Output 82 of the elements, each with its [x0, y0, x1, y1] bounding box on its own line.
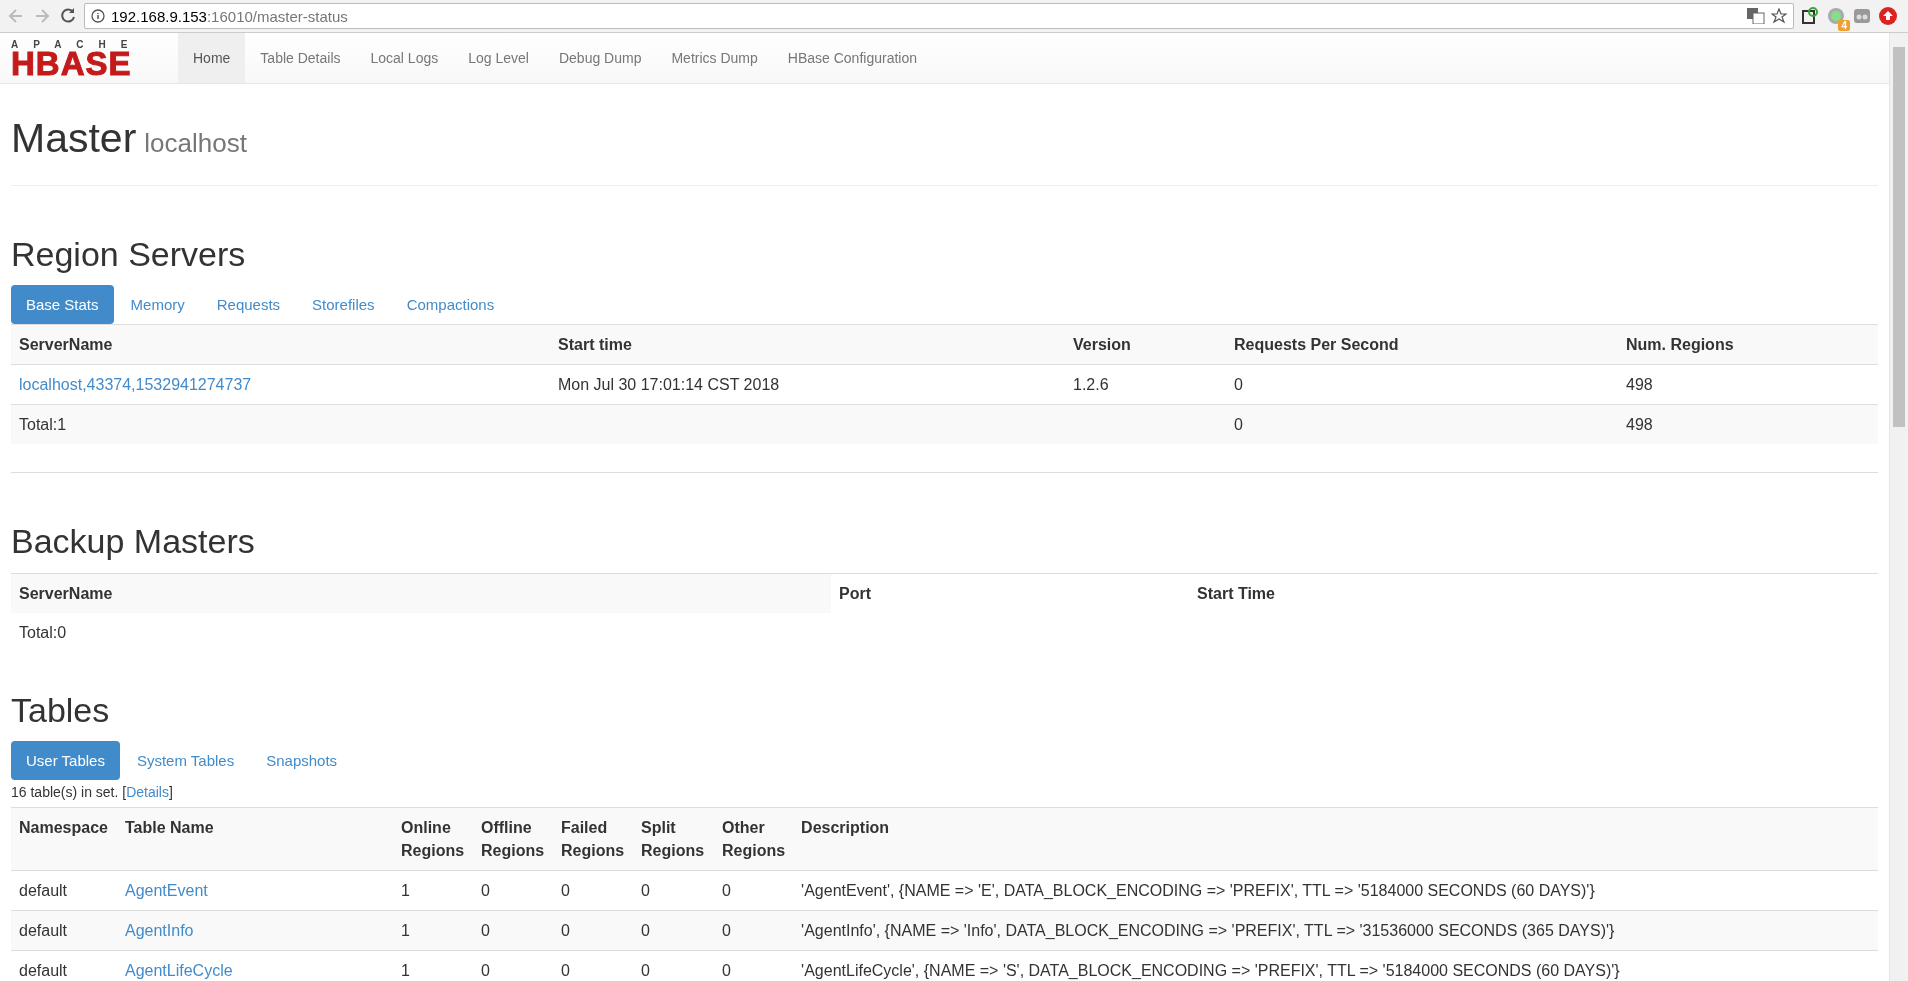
table-cell: 1 [393, 910, 473, 951]
notification-badge: 4 [1838, 20, 1850, 31]
tab[interactable]: Snapshots [251, 741, 353, 781]
address-bar[interactable]: 192.168.9.153:16010/master-status [84, 3, 1794, 29]
column-header: ServerName [11, 573, 831, 613]
table-cell: default [11, 950, 117, 981]
nav-link[interactable]: HBase Configuration [772, 33, 932, 83]
nav-link[interactable]: Debug Dump [543, 33, 657, 83]
extension-icon[interactable] [1800, 6, 1820, 26]
table-cell: 498 [1618, 365, 1878, 405]
table-cell: default [11, 870, 117, 911]
column-header: Num. Regions [1618, 325, 1878, 365]
tab[interactable]: Base Stats [11, 285, 114, 325]
table-link[interactable]: AgentEvent [125, 882, 208, 900]
column-header: ServerName [11, 325, 550, 365]
column-header: Offline Regions [473, 807, 553, 871]
table-cell: 1 [393, 950, 473, 981]
column-header: Online Regions [393, 807, 473, 871]
page-title: Master [11, 115, 137, 161]
table-cell: 0 [553, 870, 633, 911]
table-link[interactable]: AgentLifeCycle [125, 962, 233, 980]
column-header: Start Time [1189, 573, 1878, 613]
table-cell: 0 [1226, 365, 1618, 405]
table-cell: 0 [714, 910, 794, 951]
column-header: Other Regions [714, 807, 794, 871]
translate-icon[interactable] [1747, 8, 1765, 24]
tab[interactable]: Compactions [391, 285, 510, 325]
table-cell: 0 [473, 870, 553, 911]
column-header: Version [1065, 325, 1226, 365]
column-header: Description [793, 807, 1878, 871]
table-cell: 0 [553, 910, 633, 951]
column-header: Start time [550, 325, 1065, 365]
logo-wordmark: HBASE [11, 49, 133, 78]
table-link[interactable]: AgentInfo [125, 922, 194, 940]
table-cell: default [11, 910, 117, 951]
table-cell: 0 [553, 950, 633, 981]
table-cell: 498 [1618, 405, 1878, 445]
table-cell: Mon Jul 30 17:01:14 CST 2018 [550, 365, 1065, 405]
reload-icon[interactable] [58, 6, 78, 26]
nav-link[interactable]: Metrics Dump [656, 33, 773, 83]
column-header: Namespace [11, 807, 117, 871]
nav-link[interactable]: Home [178, 33, 246, 83]
tab[interactable]: Requests [201, 285, 296, 325]
extension-icon[interactable] [1878, 6, 1898, 26]
table-cell: 0 [473, 910, 553, 951]
section-heading: Tables [11, 691, 111, 730]
table-cell: 0 [473, 950, 553, 981]
details-link[interactable]: Details [126, 784, 169, 801]
nav-link[interactable]: Local Logs [355, 33, 454, 83]
nav-link[interactable]: Log Level [453, 33, 544, 83]
table-cell: 'AgentLifeCycle', {NAME => 'S', DATA_BLOCK_ENCODING => 'PREFIX', TTL => '5184000 SECONDS (60 DAYS)'} [793, 950, 1878, 981]
table-cell: 'AgentInfo', {NAME => 'Info', DATA_BLOCK_ENCODING => 'PREFIX', TTL => '31536000 SECONDS (365 DAYS)'} [793, 910, 1878, 951]
table-cell: 1 [393, 870, 473, 911]
table-cell: 0 [633, 870, 714, 911]
table-cell: Total:1 [11, 405, 550, 445]
tab[interactable]: System Tables [121, 741, 250, 781]
page-subtitle: localhost [144, 128, 247, 158]
table-cell: Total:0 [11, 612, 831, 652]
section-heading: Backup Masters [11, 523, 256, 561]
table-cell: 0 [1226, 405, 1618, 445]
table-count-text: 16 table(s) in set. [Details] [11, 784, 174, 801]
column-header: Table Name [117, 807, 393, 871]
tab[interactable]: User Tables [11, 741, 120, 781]
column-header: Failed Regions [553, 807, 633, 871]
section-heading: Region Servers [11, 236, 247, 274]
column-header: Requests Per Second [1226, 325, 1618, 365]
info-icon[interactable] [91, 9, 105, 23]
tab[interactable]: Storefiles [297, 285, 390, 325]
nav-link[interactable]: Table Details [245, 33, 356, 83]
star-icon[interactable] [1771, 8, 1787, 24]
column-header: Split Regions [633, 807, 714, 871]
tab[interactable]: Memory [115, 285, 200, 325]
table-cell: 0 [633, 950, 714, 981]
column-header: Port [831, 573, 1189, 613]
table-cell: 0 [714, 950, 794, 981]
table-cell: 0 [714, 870, 794, 911]
scrollbar[interactable] [1889, 33, 1908, 981]
table-cell: 'AgentEvent', {NAME => 'E', DATA_BLOCK_ENCODING => 'PREFIX', TTL => '5184000 SECONDS (60 DAYS)'} [793, 870, 1878, 911]
server-link[interactable]: localhost,43374,1532941274737 [19, 376, 252, 394]
table-cell: 1.2.6 [1065, 365, 1226, 405]
logo-caption: APACHE [11, 38, 144, 50]
table-cell: 0 [633, 910, 714, 951]
